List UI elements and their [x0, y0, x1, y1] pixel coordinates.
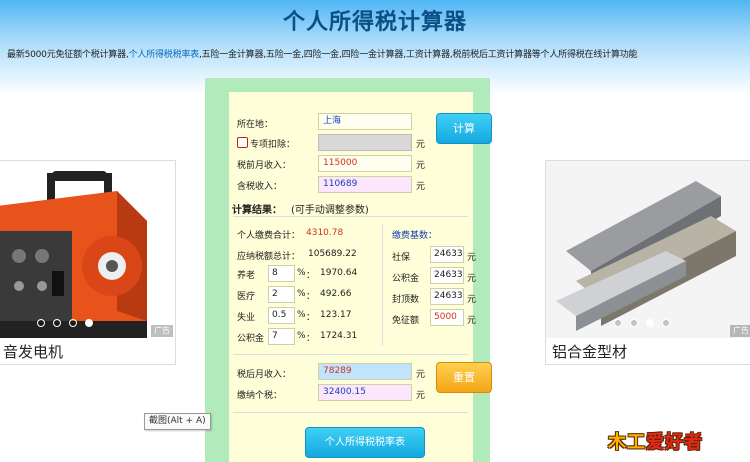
- pretax-income-label: 税前月收入：: [237, 161, 292, 171]
- unit-label: 元: [416, 140, 426, 150]
- special-deduction-label: 专项扣除：: [250, 140, 296, 150]
- pension-label: 养老: [237, 271, 256, 281]
- ad-badge: 广告: [730, 325, 750, 337]
- results-heading-note: (可手动调整参数): [291, 205, 369, 216]
- unemployment-value: 123.17: [320, 310, 352, 320]
- divider: [233, 354, 468, 355]
- results-heading: 计算结果：: [232, 205, 282, 216]
- page-title: 个人所得税计算器: [282, 10, 467, 35]
- cap-input[interactable]: 24633: [430, 288, 464, 305]
- medical-label: 医疗: [237, 292, 256, 302]
- social-base-label: 社保: [392, 253, 411, 263]
- cap-label: 封顶数: [392, 295, 420, 305]
- taxable-total-value: 105689.22: [308, 249, 357, 259]
- percent-sign: %: [297, 331, 306, 341]
- exemption-label: 免征额: [392, 316, 420, 326]
- base-heading: 缴费基数：: [392, 231, 438, 241]
- carousel-dot[interactable]: [37, 319, 45, 327]
- taxable-income-input[interactable]: 110689: [318, 176, 412, 193]
- unit-label: 元: [416, 161, 426, 171]
- intro-text: 最新5000元免征额个税计算器,个人所得税税率表,五险一金计算器,五险一金,四险…: [7, 47, 747, 60]
- unit-label: 元: [416, 182, 426, 192]
- unit-label: 元: [416, 391, 426, 401]
- right-ad-carousel-dots: [614, 319, 670, 327]
- medical-value: 492.66: [320, 289, 352, 299]
- divider: [233, 412, 468, 413]
- housing-fund-label: 公积金: [237, 334, 265, 344]
- ad-badge: 广告: [151, 325, 173, 337]
- fund-base-input[interactable]: 24633: [430, 267, 464, 284]
- intro-prefix: 最新5000元免征额个税计算器,: [7, 50, 129, 60]
- intro-suffix: ,五险一金计算器,五险一金,四险一金,四险一金计算器,工资计算器,税前税后工资计…: [198, 50, 638, 60]
- housing-fund-value: 1724.31: [320, 331, 358, 341]
- exemption-input[interactable]: 5000: [430, 309, 464, 326]
- aftertax-income-output[interactable]: 78289: [318, 363, 412, 380]
- unit-label: 元: [467, 274, 477, 284]
- location-label: 所在地：: [237, 120, 274, 130]
- ad-caption[interactable]: 铝合金型材: [546, 341, 627, 362]
- colon: ：: [306, 271, 316, 281]
- special-deduction-input[interactable]: [318, 134, 412, 151]
- colon: ：: [306, 313, 316, 323]
- special-deduction-checkbox[interactable]: [237, 137, 248, 148]
- divider: [233, 216, 468, 217]
- medical-rate-input[interactable]: 2: [268, 286, 295, 303]
- pension-value: 1970.64: [320, 268, 358, 278]
- colon: ：: [306, 292, 316, 302]
- carousel-dot[interactable]: [69, 319, 77, 327]
- left-ad-carousel-dots: [37, 319, 93, 327]
- carousel-dot-active[interactable]: [85, 319, 93, 327]
- intro-tax-rate-link[interactable]: 个人所得税税率表: [129, 50, 200, 60]
- unit-label: 元: [467, 253, 477, 263]
- carousel-dot[interactable]: [614, 319, 622, 327]
- tax-rate-table-button[interactable]: 个人所得税税率表: [305, 427, 425, 458]
- carousel-dot-active[interactable]: [646, 319, 654, 327]
- ad-generator-card[interactable]: 广告 音发电机: [0, 160, 176, 365]
- tax-paid-label: 缴纳个税：: [237, 391, 283, 401]
- site-logo[interactable]: 木工 爱好者: [608, 420, 750, 462]
- percent-sign: %: [297, 268, 306, 278]
- unemployment-rate-input[interactable]: 0.5: [268, 307, 295, 324]
- location-select[interactable]: 上海: [318, 113, 412, 130]
- carousel-dot[interactable]: [662, 319, 670, 327]
- tax-paid-output[interactable]: 32400.15: [318, 384, 412, 401]
- column-divider: [382, 224, 383, 346]
- pension-rate-input[interactable]: 8: [268, 265, 295, 282]
- logo-accent-text: 爱好者: [646, 432, 703, 453]
- fund-base-label: 公积金: [392, 274, 420, 284]
- carousel-dot[interactable]: [630, 319, 638, 327]
- housing-fund-rate-input[interactable]: 7: [268, 328, 295, 345]
- unemployment-label: 失业: [237, 313, 256, 323]
- personal-total-value: 4310.78: [306, 228, 344, 238]
- taxable-total-label: 应纳税额总计：: [237, 252, 301, 262]
- taxable-income-label: 含税收入：: [237, 182, 283, 192]
- carousel-dot[interactable]: [53, 319, 61, 327]
- aluminum-profile-image: [546, 161, 750, 338]
- percent-sign: %: [297, 289, 306, 299]
- ad-caption[interactable]: 音发电机: [0, 341, 63, 362]
- ad-aluminum-card[interactable]: 广告 铝合金型材: [545, 160, 750, 365]
- generator-image: [0, 161, 175, 338]
- reset-button[interactable]: 重置: [436, 362, 492, 393]
- personal-total-label: 个人缴费合计：: [237, 231, 301, 241]
- social-base-input[interactable]: 24633: [430, 246, 464, 263]
- calculate-button[interactable]: 计算: [436, 113, 492, 144]
- pretax-income-input[interactable]: 115000: [318, 155, 412, 172]
- colon: ：: [306, 334, 316, 344]
- screenshot-tooltip: 截图(Alt + A): [144, 413, 211, 430]
- percent-sign: %: [297, 310, 306, 320]
- unit-label: 元: [467, 316, 477, 326]
- aftertax-income-label: 税后月收入：: [237, 370, 292, 380]
- unit-label: 元: [467, 295, 477, 305]
- unit-label: 元: [416, 370, 426, 380]
- logo-text: 木工: [608, 432, 646, 453]
